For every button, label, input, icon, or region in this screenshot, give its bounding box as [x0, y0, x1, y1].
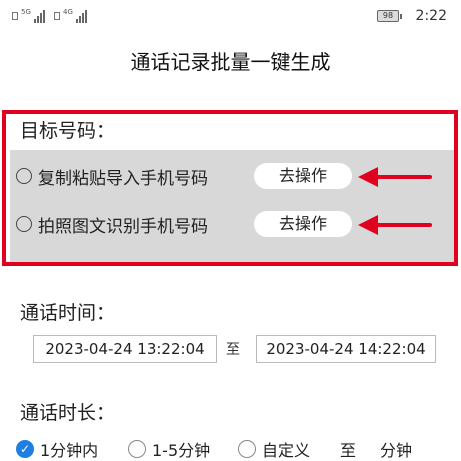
custom-duration-unit: 分钟	[380, 441, 413, 460]
checkmark-icon[interactable]: ✓	[16, 440, 34, 458]
radio-photo-ocr[interactable]	[16, 216, 32, 232]
time-range-separator: 至	[226, 342, 240, 358]
end-time-field[interactable]: 2023-04-24 14:22:04	[256, 335, 436, 363]
duration-option-label: 1-5分钟	[152, 441, 211, 460]
status-bar: 5G 4G 98 2:22	[0, 0, 461, 34]
call-duration-label: 通话时长：	[20, 402, 116, 424]
start-time-field[interactable]: 2023-04-24 13:22:04	[33, 335, 217, 363]
duration-option-1min[interactable]: ✓ 1分钟内	[16, 437, 98, 461]
call-time-label: 通话时间：	[20, 302, 116, 324]
battery-icon: 98	[377, 10, 402, 22]
pointer-arrow-icon	[358, 167, 432, 187]
sim2-network-label: 4G	[63, 8, 73, 16]
photo-ocr-go-button[interactable]: 去操作	[254, 211, 352, 237]
option-photo-ocr-label: 拍照图文识别手机号码	[38, 216, 208, 237]
status-clock: 2:22	[415, 8, 447, 24]
duration-option-1-5min[interactable]: 1-5分钟	[128, 437, 210, 461]
sim2-signal-icon: 4G	[54, 9, 87, 23]
option-paste-import-label: 复制粘贴导入手机号码	[38, 168, 208, 189]
target-number-label: 目标号码：	[20, 120, 116, 142]
sim1-signal-icon: 5G	[12, 9, 45, 23]
custom-range-separator: 至	[340, 441, 357, 460]
option-paste-import[interactable]: 复制粘贴导入手机号码	[16, 163, 208, 189]
radio-paste-import[interactable]	[16, 168, 32, 184]
page-title: 通话记录批量一键生成	[130, 50, 331, 74]
duration-option-custom[interactable]: 自定义	[238, 437, 310, 461]
duration-option-label: 自定义	[262, 441, 311, 460]
duration-option-label: 1分钟内	[40, 441, 99, 460]
pointer-arrow-icon	[358, 215, 432, 235]
sim1-network-label: 5G	[21, 8, 31, 16]
option-photo-ocr[interactable]: 拍照图文识别手机号码	[16, 211, 208, 237]
paste-import-go-button[interactable]: 去操作	[254, 163, 352, 189]
radio-custom[interactable]	[238, 440, 256, 458]
radio-1-5min[interactable]	[128, 440, 146, 458]
